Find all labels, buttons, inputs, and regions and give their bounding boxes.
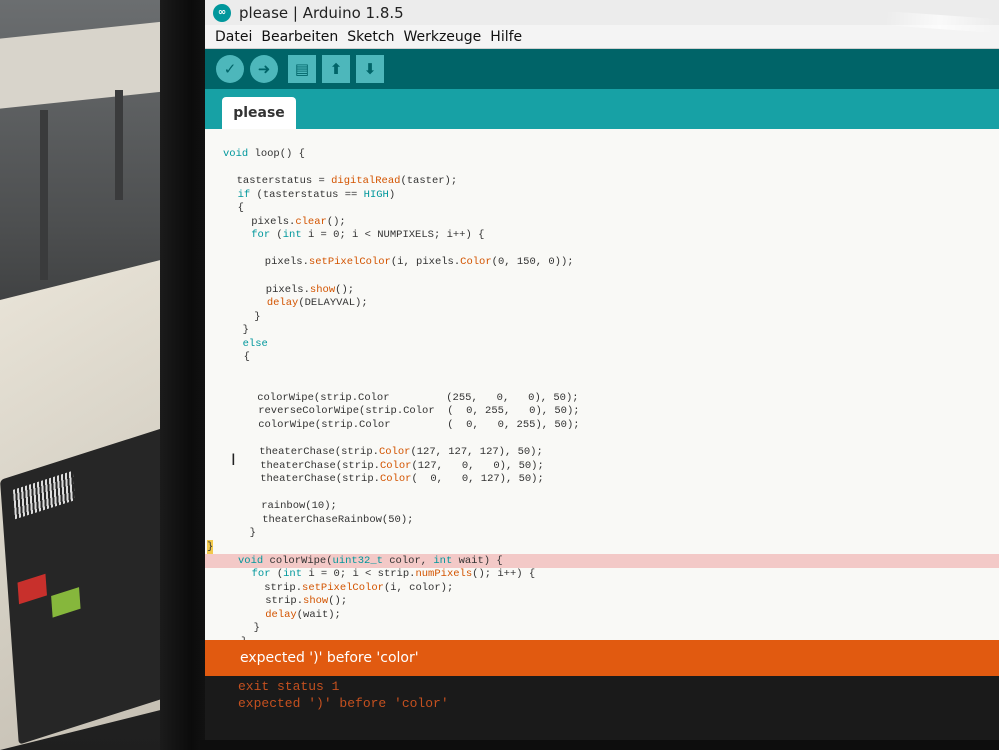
code-line: for (int i = 0; i < NUMPIXELS; i++) {	[251, 229, 485, 242]
console-line: expected ')' before 'color'	[238, 696, 449, 711]
menu-bearbeiten[interactable]: Bearbeiten	[261, 29, 338, 45]
code-line: {	[231, 351, 250, 364]
code-line: delay(wait);	[265, 608, 341, 621]
code-line: delay(DELAYVAL);	[266, 297, 368, 310]
arrow-down-icon: ⬇	[363, 60, 377, 78]
code-line: colorWipe(strip.Color ( 0, 0, 255), 50);	[233, 419, 580, 431]
code-line: }	[205, 539, 999, 554]
menu-bar: Datei Bearbeiten Sketch Werkzeuge Hilfe	[205, 25, 999, 49]
green-swatch	[51, 587, 81, 618]
code-line: }	[230, 324, 249, 337]
red-swatch	[17, 573, 47, 605]
code-line: theaterChase(strip.Color( 0, 0, 127), 50…	[235, 473, 544, 486]
code-line: }	[241, 622, 260, 635]
code-editor[interactable]: void loop() { tasterstatus = digitalRead…	[205, 129, 999, 640]
code-line: }	[237, 527, 256, 540]
document-icon: ▤	[294, 60, 310, 78]
code-line: else	[242, 337, 268, 350]
upload-button[interactable]: ➜	[250, 55, 278, 83]
window-title: please | Arduino 1.8.5	[239, 3, 404, 22]
code-line-error: void colorWipe(uint32_t color, int wait)…	[205, 553, 999, 568]
code-line: tasterstatus = digitalRead(taster);	[224, 175, 458, 188]
code-line: for (int i = 0; i < strip.numPixels(); i…	[251, 568, 536, 581]
code-line: if (tasterstatus == HIGH)	[237, 188, 396, 201]
code-line: pixels.setPixelColor(i, pixels.Color(0, …	[227, 256, 574, 269]
new-sketch-button[interactable]: ▤	[288, 55, 316, 83]
arduino-ide-window: ∞ please | Arduino 1.8.5 Datei Bearbeite…	[205, 0, 999, 742]
menu-hilfe[interactable]: Hilfe	[490, 29, 522, 45]
code-line: colorWipe(strip.Color (255, 0, 0), 50);	[232, 391, 579, 404]
menu-sketch[interactable]: Sketch	[347, 29, 394, 45]
open-sketch-button[interactable]: ⬆	[322, 55, 350, 83]
code-line: pixels.clear();	[226, 215, 346, 228]
code-line: rainbow(10);	[236, 500, 337, 513]
save-sketch-button[interactable]: ⬇	[356, 55, 384, 83]
code-line: pixels.show();	[228, 283, 355, 296]
code-line: strip.setPixelColor(i, color);	[239, 581, 454, 594]
error-status-bar: expected ')' before 'color'	[205, 640, 999, 676]
code-line: }	[229, 310, 261, 323]
arrow-up-icon: ⬆	[329, 60, 343, 78]
code-line: theaterChase(strip.Color(127, 127, 127),…	[234, 446, 543, 459]
laptop-bezel-bottom	[200, 740, 999, 750]
menu-werkzeuge[interactable]: Werkzeuge	[403, 29, 481, 45]
arrow-right-icon: ➜	[257, 60, 271, 78]
verify-button[interactable]: ✓	[216, 55, 244, 83]
title-bar: ∞ please | Arduino 1.8.5	[205, 0, 999, 25]
code-line: theaterChaseRainbow(50);	[237, 513, 414, 526]
code-line: theaterChase(strip.Color(127, 0, 0), 50)…	[235, 459, 544, 472]
code-line: reverseColorWipe(strip.Color ( 0, 255, 0…	[233, 405, 580, 418]
code-line: void loop() {	[223, 148, 305, 160]
console-line: exit status 1	[238, 679, 340, 694]
text-cursor-icon: I	[231, 450, 236, 469]
arduino-infinity-icon: ∞	[213, 3, 231, 22]
code-line: {	[225, 202, 244, 215]
tab-bar: please	[205, 89, 999, 129]
table-leg	[40, 110, 48, 280]
console-output: exit status 1 expected ')' before 'color…	[205, 676, 999, 742]
tab-please[interactable]: please	[222, 97, 296, 129]
menu-datei[interactable]: Datei	[215, 29, 252, 45]
check-icon: ✓	[223, 60, 237, 78]
matched-brace-marker: }	[207, 539, 214, 554]
toolbar: ✓ ➜ ▤ ⬆ ⬇	[205, 49, 999, 89]
barcode-image	[12, 470, 75, 520]
table-leg	[115, 90, 123, 200]
code-line: strip.show();	[240, 595, 348, 608]
error-message: expected ')' before 'color'	[240, 650, 419, 666]
